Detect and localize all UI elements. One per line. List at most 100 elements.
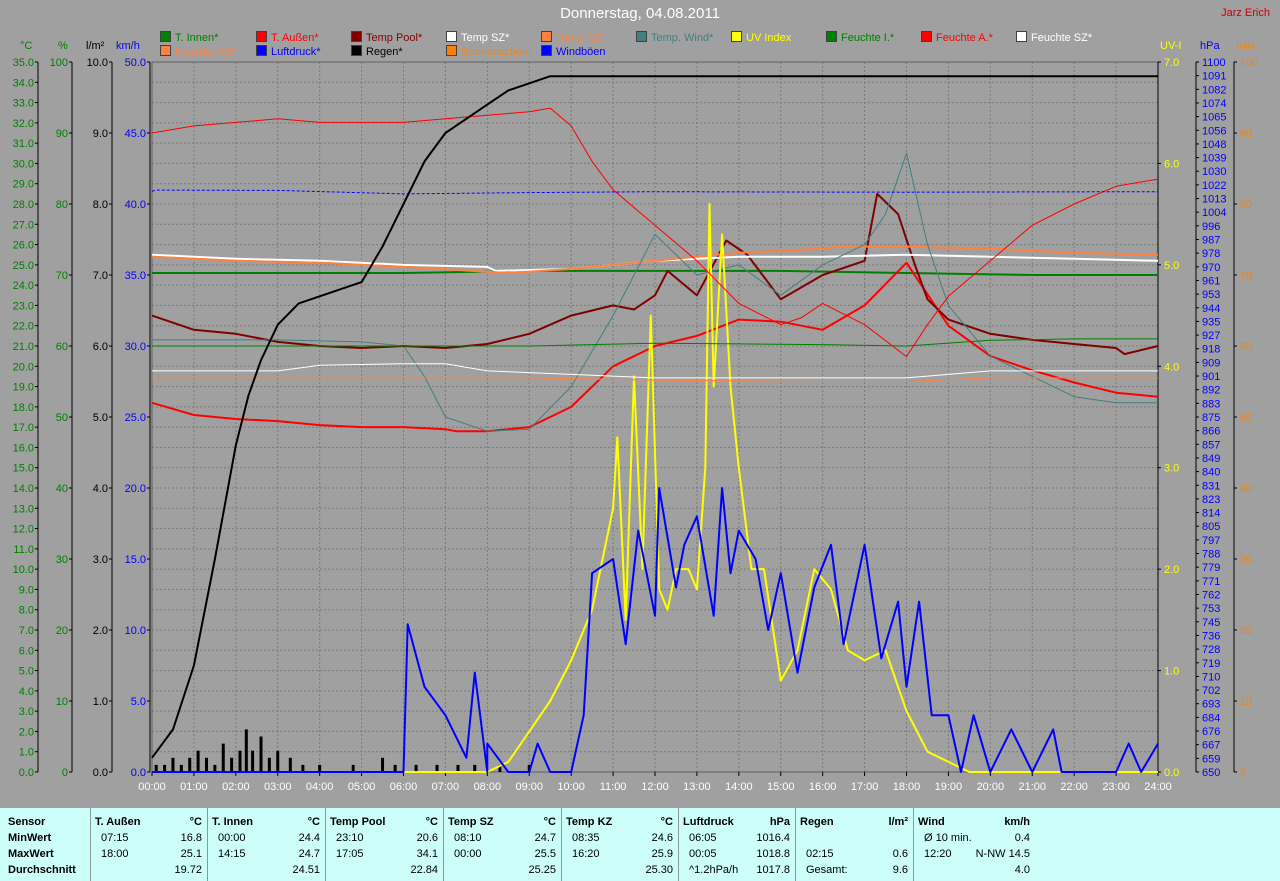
left-axis-tick-label: 9.0 [19,584,34,596]
right-axis-tick-label: 60 [1240,341,1252,353]
legend-item: Temp SZ* [446,31,509,44]
stats-min-time: 08:10 [454,832,482,844]
right-axis-tick-label: 1030 [1202,166,1226,178]
left-axis-tick-label: 3.0 [19,706,34,718]
left-axis-tick-label: 20 [56,625,68,637]
right-axis-tick-label: 10 [1240,696,1252,708]
x-axis-tick-label: 00:00 [138,781,166,793]
left-axis-tick-label: 10.0 [13,564,34,576]
left-axis-tick-label: 34.0 [13,77,34,89]
x-axis-tick-label: 03:00 [264,781,292,793]
x-axis-tick-label: 11:00 [600,781,627,793]
right-axis-tick-label: 745 [1202,617,1220,629]
right-axis-tick-label: 676 [1202,726,1220,738]
legend-item: Temp. Wind* [636,31,713,44]
stats-unit: °C [307,816,320,828]
stats-unit: l/m² [888,816,908,828]
right-axis-tick-label: 728 [1202,644,1220,656]
right-axis-tick-label: 719 [1202,658,1220,670]
right-axis-tick-label: 935 [1202,316,1220,328]
left-axis-tick-label: 40.0 [125,199,146,211]
stats-avg-time: Gesamt: [806,864,848,876]
right-axis-tick-label: 1013 [1202,194,1226,206]
left-axis-tick-label: 20.0 [13,361,34,373]
x-axis-tick-label: 02:00 [222,781,250,793]
author-credit: Jarz Erich [1221,7,1270,19]
stats-min: 24.4 [298,832,320,844]
stats-max: 34.1 [416,848,438,860]
right-axis-tick-label: 2.0 [1164,564,1179,576]
legend-swatch [160,45,171,56]
legend-label: Temp Pool* [366,32,423,44]
legend-label: Luftdruck* [271,46,321,58]
stats-min-time: 00:00 [218,832,246,844]
left-axis-tick-label: 13.0 [13,503,34,515]
left-axis-tick-label: 15.0 [13,463,34,475]
row-label-max: MaxWert [8,848,54,860]
left-axis-tick-label: 26.0 [13,240,34,252]
stats-max: 25.9 [651,848,673,860]
rain-bar [301,764,305,772]
stats-column: Wind km/h Ø 10 min. 0.4 12:20 N-NW 14.5 4.0 [913,808,1034,881]
rain-bar [244,729,248,772]
right-axis-tick-label: 1022 [1202,180,1226,192]
left-axis-tick-label: 33.0 [13,98,34,110]
right-axis-tick-label: 840 [1202,467,1220,479]
left-axis-tick-label: 2.0 [19,726,34,738]
left-axis-tick-label: 8.0 [93,199,108,211]
left-axis-tick-label: 3.0 [93,554,108,566]
right-axis-tick-label: 1048 [1202,139,1226,151]
right-axis-tick-label: 1082 [1202,84,1226,96]
rain-bar [163,764,167,772]
row-label-avg: Durchschnitt [8,864,76,876]
left-axis-tick-label: 21.0 [13,341,34,353]
legend-item: UV Index [731,31,791,44]
x-axis-tick-label: 23:00 [1102,781,1130,793]
right-axis-tick-label: 883 [1202,398,1220,410]
x-axis-tick-label: 19:00 [935,781,963,793]
rain-bar [251,750,255,772]
legend-swatch [731,31,742,42]
left-axis-tick-label: 7.0 [19,625,34,637]
left-axis-tick-label: 30 [56,554,68,566]
right-axis-tick-label: 1100 [1202,57,1226,69]
rain-bar [351,764,355,772]
rain-bar [318,764,322,772]
left-axis-tick-label: 4.0 [19,686,34,698]
legend-swatch [541,31,552,42]
rain-bar [473,764,477,772]
stats-table: Sensor MinWert MaxWert Durchschnitt T. A… [0,808,1280,881]
stats-max: 25.1 [180,848,202,860]
right-axis-tick-label: 90 [1240,128,1252,140]
stats-min: 0.4 [1014,832,1030,844]
right-axis-tick-label: 901 [1202,371,1220,383]
row-label-min: MinWert [8,832,52,844]
rain-bar [171,757,175,772]
rain-bar [188,757,192,772]
legend-label: Feuchte A.* [936,32,993,44]
stats-min: 1016.4 [756,832,790,844]
right-axis-tick-label: 875 [1202,412,1220,424]
legend-label: T. Innen* [175,32,219,44]
right-axis-tick-label: 702 [1202,685,1220,697]
stats-avg-time: ^1.2hPa/h [689,864,739,876]
left-axis-tick-label: 32.0 [13,118,34,130]
legend-swatch [636,31,647,42]
left-axis-tick-label: 100 [50,57,68,69]
rain-bar [204,757,208,772]
weather-chart: 35.0 34.0 33.0 32.0 31.0 30.0 29.0 28.0 27.0 26.0… [13,57,1259,793]
stats-name: Wind [918,816,945,828]
right-axis-tick-label: 80 [1240,199,1252,211]
left-axis-tick-label: 30.0 [13,158,34,170]
left-axis-tick-label: 23.0 [13,300,34,312]
right-axis-tick-label: 1065 [1202,112,1226,124]
right-axis-tick-label: 927 [1202,330,1220,342]
legend-swatch [351,31,362,42]
rain-bar [381,757,385,772]
right-axis-tick-label: 70 [1240,270,1252,282]
right-axis-tick-label: 0.0 [1164,767,1179,779]
stats-column: Luftdruck hPa 06:05 1016.4 00:05 1018.8 ^1.2hP… [678,808,794,881]
legend-item: Sonnenschein [446,45,531,58]
x-axis-tick-label: 07:00 [432,781,460,793]
stats-name: Temp Pool [330,816,386,828]
